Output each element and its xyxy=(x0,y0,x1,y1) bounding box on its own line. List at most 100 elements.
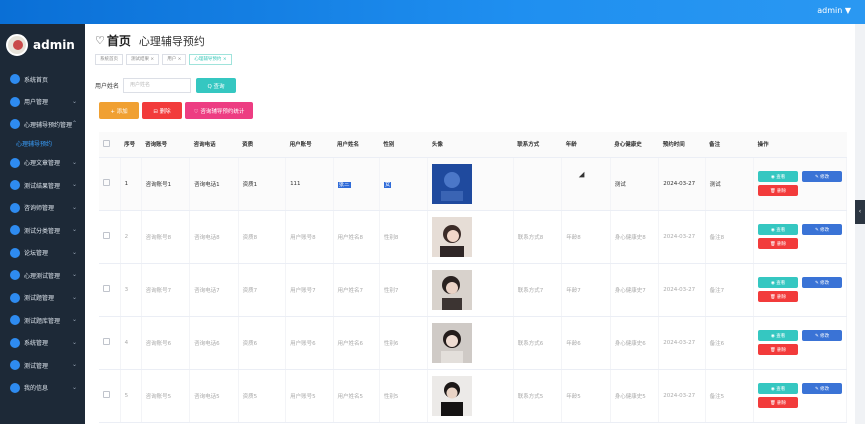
avatar xyxy=(432,163,473,204)
header-checkbox[interactable] xyxy=(99,132,121,158)
cell: 3 xyxy=(120,263,142,317)
cell: 咨询账号5 xyxy=(141,369,191,423)
sidebar-item-counselors[interactable]: 咨询师管理 ⌄ xyxy=(0,197,85,220)
cell: 2024-03-27 xyxy=(658,316,706,370)
tag-appointment[interactable]: 心理辅导预约 × xyxy=(189,54,232,65)
avatar xyxy=(432,375,473,416)
cell: 咨询账号6 xyxy=(141,316,191,370)
cell: 女 xyxy=(379,157,429,211)
sidebar-item-test-manage[interactable]: 测试管理 ⌄ xyxy=(0,354,85,377)
row-checkbox[interactable] xyxy=(99,369,121,423)
breadcrumb-home[interactable]: 首页 xyxy=(107,32,131,49)
row-checkbox[interactable] xyxy=(99,316,121,370)
sidebar-item-home[interactable]: 系统首页 xyxy=(0,68,85,91)
column-header: 联系方式 xyxy=(513,132,562,158)
result-icon xyxy=(10,180,20,191)
edit-button[interactable]: ✎ 修改 xyxy=(802,277,843,288)
cell: 备注8 xyxy=(705,210,755,264)
column-header: 用户姓名 xyxy=(333,132,380,158)
question-icon xyxy=(10,292,20,303)
cell: 资质7 xyxy=(238,263,287,317)
remove-button[interactable]: 🗑 删除 xyxy=(758,397,799,408)
sidebar-item-articles[interactable]: 心理文章管理 ⌄ xyxy=(0,152,85,175)
column-header: 用户账号 xyxy=(285,132,333,158)
cell: 1 xyxy=(120,157,142,211)
sidebar-item-label: 系统首页 xyxy=(24,76,49,84)
view-button[interactable]: ◉ 查看 xyxy=(758,277,799,288)
cell: 5 xyxy=(120,369,142,423)
sidebar-item-appointments[interactable]: 心理辅导预约管理 ⌃ xyxy=(0,113,85,136)
cell: 111 xyxy=(285,157,334,211)
row-checkbox[interactable] xyxy=(99,210,121,264)
sidebar-subitem-appointment[interactable]: 心理辅导预约 xyxy=(0,136,85,152)
edit-button[interactable]: ✎ 修改 xyxy=(802,330,843,341)
search-button[interactable]: Q 查询 xyxy=(196,78,237,93)
category-icon xyxy=(10,225,20,236)
edit-button[interactable]: ✎ 修改 xyxy=(802,171,843,182)
delete-button[interactable]: ⊟ 删除 xyxy=(142,102,182,119)
table-row[interactable]: 4 咨询账号6 咨询电话6 资质6 用户账号6 用户姓名6 性别6 联系方式6 … xyxy=(99,316,847,370)
column-header: 性别 xyxy=(379,132,428,158)
tab-tags: 系统首页 测试结果 × 用户 × 心理辅导预约 × xyxy=(95,54,235,65)
page-header: ♡ 首页 心理辅导预约 xyxy=(95,32,205,49)
user-menu[interactable]: admin ▼ xyxy=(817,6,851,15)
home-icon xyxy=(10,74,20,85)
cell: 咨询账号8 xyxy=(141,210,191,264)
cell: 身心健康史5 xyxy=(610,369,660,423)
chevron-down-icon: ⌄ xyxy=(71,271,77,278)
cell: 资质1 xyxy=(238,157,287,211)
stat-button[interactable]: ♡ 咨询辅导预约统计 xyxy=(185,102,253,119)
search-input[interactable]: 用户姓名 xyxy=(123,78,192,93)
column-header: 操作 xyxy=(753,132,847,158)
operation-cell: ◉ 查看 ✎ 修改 🗑 删除 xyxy=(753,316,847,370)
remove-button[interactable]: 🗑 删除 xyxy=(758,291,799,302)
tag-home[interactable]: 系统首页 xyxy=(95,54,123,65)
cell: 联系方式6 xyxy=(513,316,563,370)
remove-button[interactable]: 🗑 删除 xyxy=(758,238,799,249)
cell: 资质6 xyxy=(238,316,287,370)
tag-test-results[interactable]: 测试结果 × xyxy=(126,54,160,65)
table-row[interactable]: 2 咨询账号8 咨询电话8 资质8 用户账号8 用户姓名8 性别8 联系方式8 … xyxy=(99,210,847,264)
add-button[interactable]: + 添加 xyxy=(99,102,139,119)
view-button[interactable]: ◉ 查看 xyxy=(758,224,799,235)
top-bar: admin ▼ xyxy=(0,0,865,24)
table-row[interactable]: 3 咨询账号7 咨询电话7 资质7 用户账号7 用户姓名7 性别7 联系方式7 … xyxy=(99,263,847,317)
remove-button[interactable]: 🗑 删除 xyxy=(758,344,799,355)
cell: 用户账号7 xyxy=(285,263,334,317)
counselor-icon xyxy=(10,202,20,213)
table-row[interactable]: 1 咨询账号1 咨询电话1 资质1 111 张三 女 测试 2024-03-27… xyxy=(99,157,847,211)
edit-button[interactable]: ✎ 修改 xyxy=(802,383,843,394)
column-header: 咨询电话 xyxy=(189,132,239,158)
view-button[interactable]: ◉ 查看 xyxy=(758,330,799,341)
sidebar-item-question-bank[interactable]: 测试题库管理 ⌄ xyxy=(0,309,85,332)
sidebar-item-test-categories[interactable]: 测试分类管理 ⌄ xyxy=(0,219,85,242)
row-checkbox[interactable] xyxy=(99,157,121,211)
row-checkbox[interactable] xyxy=(99,263,121,317)
page-scrollbar[interactable] xyxy=(855,24,865,424)
sidebar-item-psych-tests[interactable]: 心理测试管理 ⌄ xyxy=(0,264,85,287)
action-bar: + 添加 ⊟ 删除 ♡ 咨询辅导预约统计 xyxy=(99,102,253,119)
user-icon xyxy=(10,96,20,107)
avatar-cell xyxy=(427,157,514,211)
sidebar-item-questions[interactable]: 测试题管理 ⌄ xyxy=(0,287,85,310)
chevron-down-icon: ⌄ xyxy=(71,158,77,166)
sidebar-item-profile[interactable]: 我的信息 ⌄ xyxy=(0,377,85,400)
edit-button[interactable]: ✎ 修改 xyxy=(802,224,843,235)
remove-button[interactable]: 🗑 删除 xyxy=(758,185,799,196)
cell: 身心健康史6 xyxy=(610,316,660,370)
sidebar-item-system[interactable]: 系统管理 ⌄ xyxy=(0,332,85,355)
sidebar-item-label: 测试题管理 xyxy=(24,295,55,303)
cell: 资质8 xyxy=(238,210,287,264)
table-row[interactable]: 5 咨询账号5 咨询电话5 资质5 用户账号5 用户姓名5 性别5 联系方式5 … xyxy=(99,369,847,423)
cell: 张三 xyxy=(333,157,380,211)
cell xyxy=(561,157,611,211)
view-button[interactable]: ◉ 查看 xyxy=(758,171,799,182)
sidebar-item-users[interactable]: 用户管理 ⌄ xyxy=(0,91,85,114)
collapse-handle-icon[interactable]: ‹ xyxy=(855,200,865,224)
cell: 性别8 xyxy=(379,210,429,264)
sidebar-item-forum[interactable]: 论坛管理 ⌄ xyxy=(0,242,85,265)
sidebar-item-test-results[interactable]: 测试结果管理 ⌄ xyxy=(0,174,85,197)
tag-users[interactable]: 用户 × xyxy=(162,54,187,65)
view-button[interactable]: ◉ 查看 xyxy=(758,383,799,394)
brand-name: admin xyxy=(33,38,75,52)
